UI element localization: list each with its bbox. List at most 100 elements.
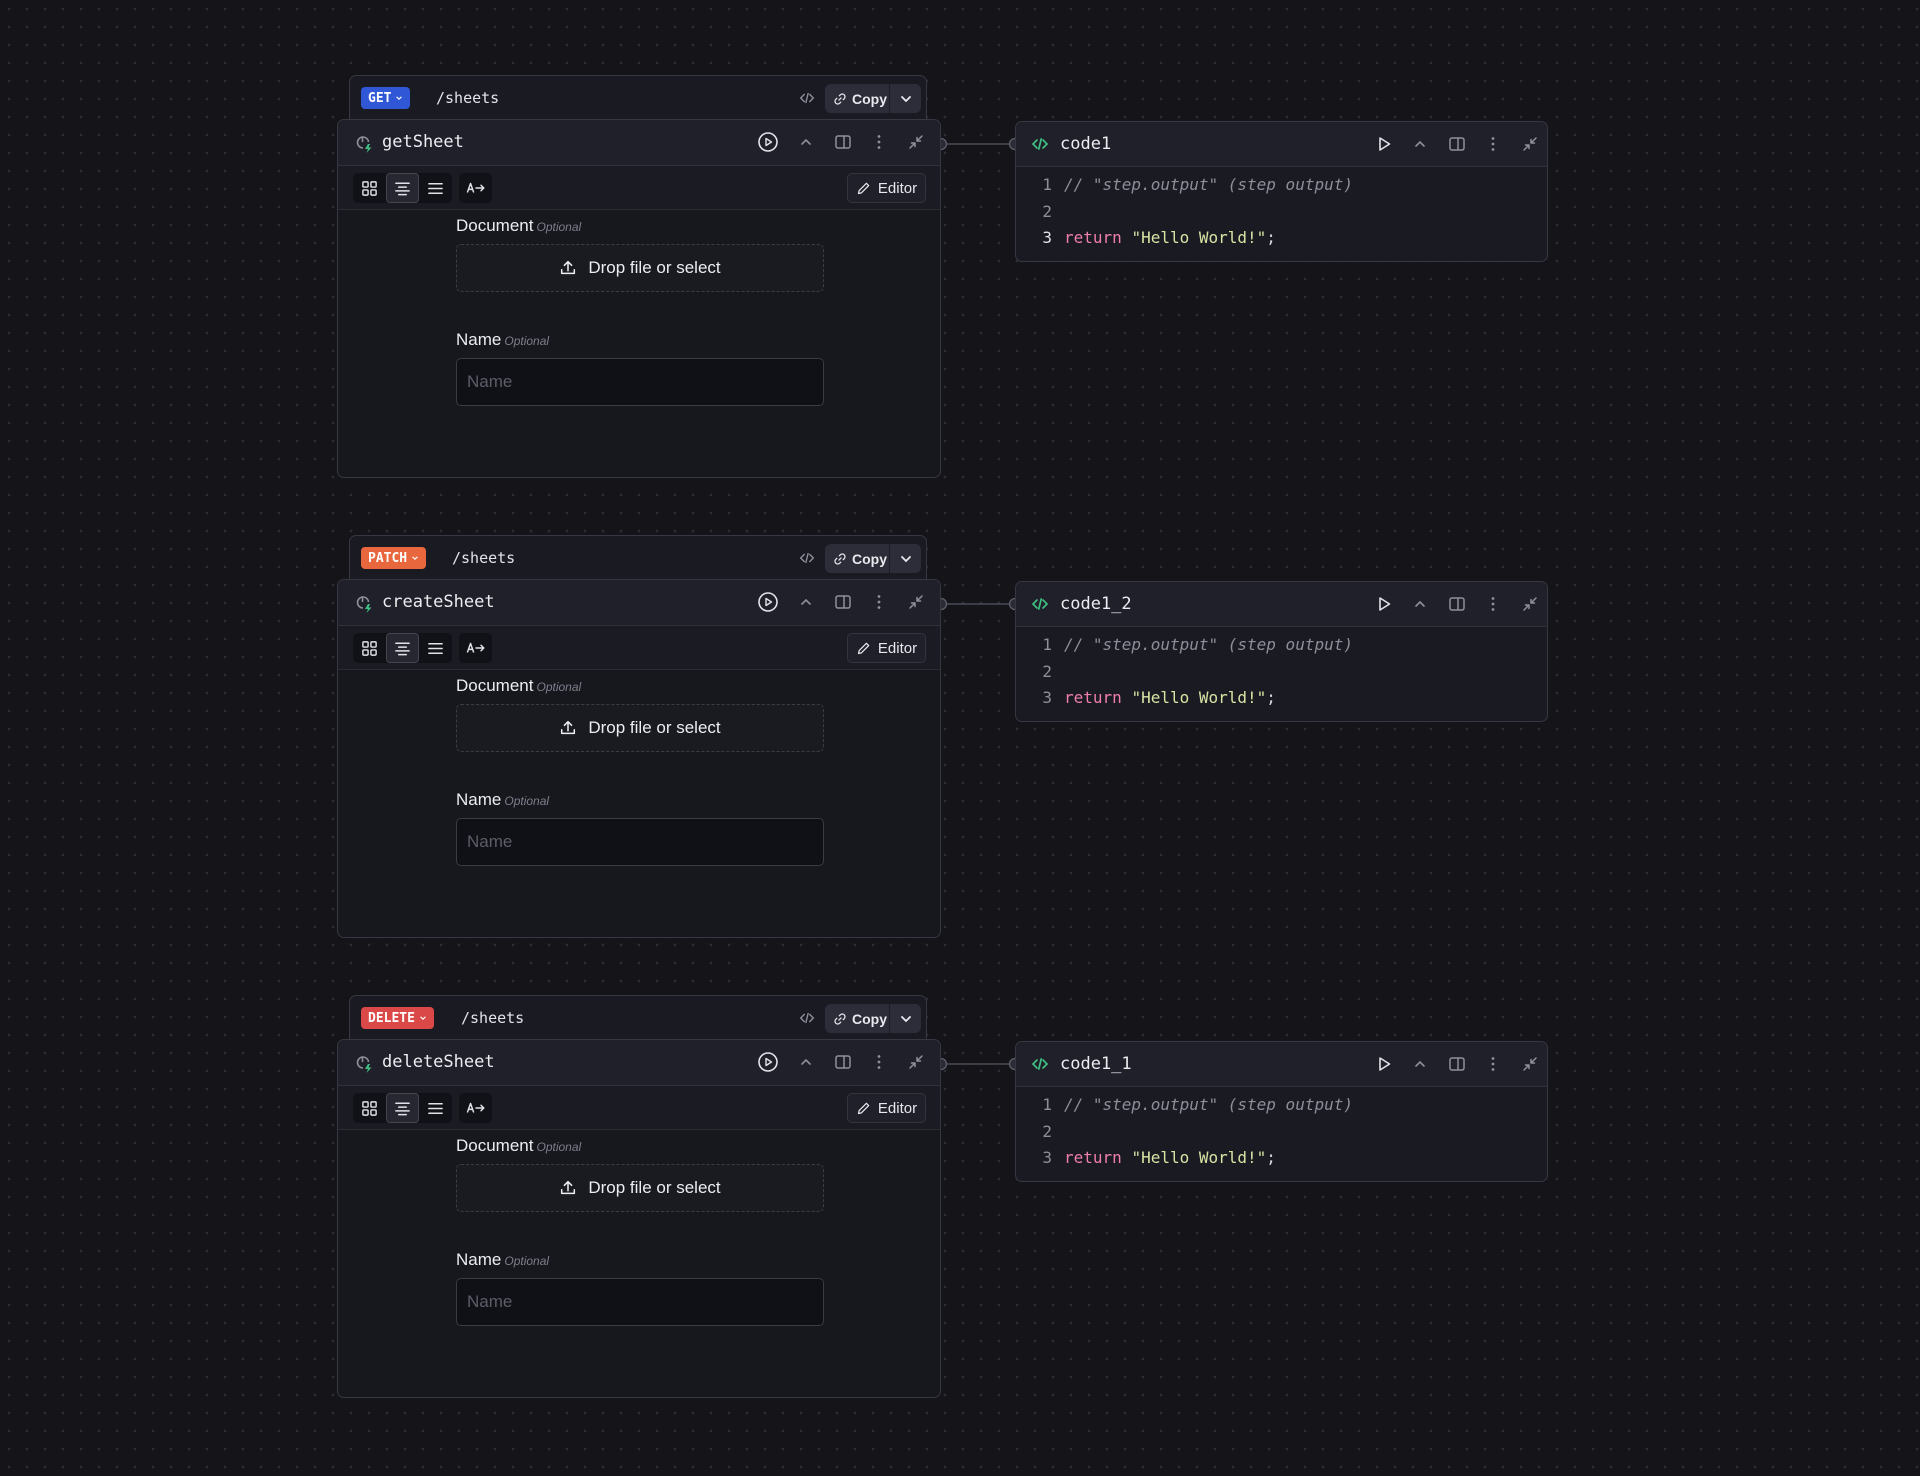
play-circle-icon[interactable] bbox=[757, 1051, 779, 1073]
chevron-up-icon[interactable] bbox=[796, 132, 816, 152]
method-badge[interactable]: PATCH bbox=[361, 547, 427, 569]
node-header: createSheet bbox=[338, 580, 940, 626]
route-path: /sheets bbox=[436, 89, 500, 107]
chevron-up-icon[interactable] bbox=[796, 1052, 816, 1072]
align-center-icon bbox=[395, 182, 410, 195]
optional-hint: Optional bbox=[536, 220, 582, 234]
more-vertical-icon[interactable] bbox=[1483, 594, 1503, 614]
center-view-button[interactable] bbox=[386, 633, 419, 663]
optional-hint: Optional bbox=[504, 794, 550, 808]
document-dropzone[interactable]: Drop file or select bbox=[456, 244, 824, 292]
name-label: Name Optional bbox=[456, 790, 550, 809]
name-input[interactable] bbox=[456, 358, 824, 406]
play-icon[interactable] bbox=[1374, 134, 1394, 154]
copy-button[interactable]: Copy bbox=[825, 544, 889, 573]
list-icon bbox=[428, 642, 443, 654]
editor-button[interactable]: Editor bbox=[847, 173, 926, 203]
panel-icon[interactable] bbox=[1447, 1054, 1467, 1074]
document-label: Document Optional bbox=[456, 216, 582, 235]
chevron-down-icon bbox=[420, 1016, 426, 1020]
copy-button[interactable]: Copy bbox=[825, 84, 889, 113]
minimize-icon[interactable] bbox=[906, 592, 926, 612]
text-transform-icon bbox=[466, 642, 485, 653]
name-input[interactable] bbox=[456, 1278, 824, 1326]
panel-icon[interactable] bbox=[833, 132, 853, 152]
route-path: /sheets bbox=[452, 549, 516, 567]
copy-options-button[interactable] bbox=[890, 84, 921, 113]
panel-icon[interactable] bbox=[833, 1052, 853, 1072]
minimize-icon[interactable] bbox=[1520, 594, 1540, 614]
minimize-icon[interactable] bbox=[906, 132, 926, 152]
chevron-up-icon[interactable] bbox=[1410, 1054, 1430, 1074]
panel-icon[interactable] bbox=[1447, 134, 1467, 154]
list-view-button[interactable] bbox=[419, 1093, 452, 1123]
minimize-icon[interactable] bbox=[906, 1052, 926, 1072]
center-view-button[interactable] bbox=[386, 1093, 419, 1123]
node-toolbar: Editor bbox=[338, 1086, 940, 1130]
chevron-up-icon[interactable] bbox=[1410, 134, 1430, 154]
name-field: Name Optional bbox=[456, 330, 824, 406]
name-label: Name Optional bbox=[456, 1250, 550, 1269]
editor-label: Editor bbox=[877, 179, 918, 197]
panel-icon[interactable] bbox=[833, 592, 853, 612]
play-icon[interactable] bbox=[1374, 594, 1394, 614]
transform-button[interactable] bbox=[459, 1093, 492, 1123]
code-icon bbox=[1031, 1058, 1049, 1070]
grid-view-button[interactable] bbox=[353, 1093, 386, 1123]
editor-button[interactable]: Editor bbox=[847, 1093, 926, 1123]
drop-label: Drop file or select bbox=[588, 718, 721, 737]
minimize-icon[interactable] bbox=[1520, 134, 1540, 154]
view-mode-toggle bbox=[353, 633, 452, 663]
code-node-header: code1_1 bbox=[1016, 1042, 1547, 1087]
code-icon[interactable] bbox=[798, 1009, 816, 1027]
transform-button[interactable] bbox=[459, 633, 492, 663]
method-badge[interactable]: GET bbox=[361, 87, 411, 109]
panel-icon[interactable] bbox=[1447, 594, 1467, 614]
link-icon bbox=[834, 1012, 846, 1025]
more-vertical-icon[interactable] bbox=[869, 592, 889, 612]
chevron-up-icon[interactable] bbox=[1410, 594, 1430, 614]
transform-button[interactable] bbox=[459, 173, 492, 203]
play-circle-icon[interactable] bbox=[757, 131, 779, 153]
play-circle-icon[interactable] bbox=[757, 591, 779, 613]
code-icon[interactable] bbox=[798, 549, 816, 567]
grid-view-button[interactable] bbox=[353, 633, 386, 663]
edge-connector bbox=[941, 597, 1015, 611]
align-center-icon bbox=[395, 642, 410, 655]
grid-icon bbox=[362, 640, 377, 656]
more-vertical-icon[interactable] bbox=[1483, 1054, 1503, 1074]
minimize-icon[interactable] bbox=[1520, 1054, 1540, 1074]
node-header: deleteSheet bbox=[338, 1040, 940, 1086]
editor-button[interactable]: Editor bbox=[847, 633, 926, 663]
document-dropzone[interactable]: Drop file or select bbox=[456, 1164, 824, 1212]
copy-options-button[interactable] bbox=[890, 544, 921, 573]
play-icon[interactable] bbox=[1374, 1054, 1394, 1074]
list-view-button[interactable] bbox=[419, 633, 452, 663]
copy-label: Copy bbox=[852, 90, 887, 107]
code-icon[interactable] bbox=[798, 89, 816, 107]
name-input[interactable] bbox=[456, 818, 824, 866]
center-view-button[interactable] bbox=[386, 173, 419, 203]
document-field: Document Optional Drop file or select bbox=[456, 676, 824, 752]
copy-options-button[interactable] bbox=[890, 1004, 921, 1033]
more-vertical-icon[interactable] bbox=[869, 132, 889, 152]
list-view-button[interactable] bbox=[419, 173, 452, 203]
document-dropzone[interactable]: Drop file or select bbox=[456, 704, 824, 752]
step-trigger-icon bbox=[356, 596, 372, 613]
chevron-up-icon[interactable] bbox=[796, 592, 816, 612]
more-vertical-icon[interactable] bbox=[1483, 134, 1503, 154]
more-vertical-icon[interactable] bbox=[869, 1052, 889, 1072]
optional-hint: Optional bbox=[536, 1140, 582, 1154]
method-label: GET bbox=[368, 90, 392, 106]
step-trigger-icon bbox=[356, 1056, 372, 1073]
copy-button-group: Copy bbox=[825, 1004, 921, 1033]
method-badge[interactable]: DELETE bbox=[361, 1007, 434, 1029]
endpoint-get-group: GET /sheets Copy getSheet Editor Documen… bbox=[337, 75, 941, 478]
grid-view-button[interactable] bbox=[353, 173, 386, 203]
optional-hint: Optional bbox=[536, 680, 582, 694]
copy-button[interactable]: Copy bbox=[825, 1004, 889, 1033]
pencil-icon bbox=[857, 182, 870, 194]
step-name: createSheet bbox=[382, 592, 495, 612]
document-label: Document Optional bbox=[456, 1136, 582, 1155]
copy-button-group: Copy bbox=[825, 84, 921, 113]
